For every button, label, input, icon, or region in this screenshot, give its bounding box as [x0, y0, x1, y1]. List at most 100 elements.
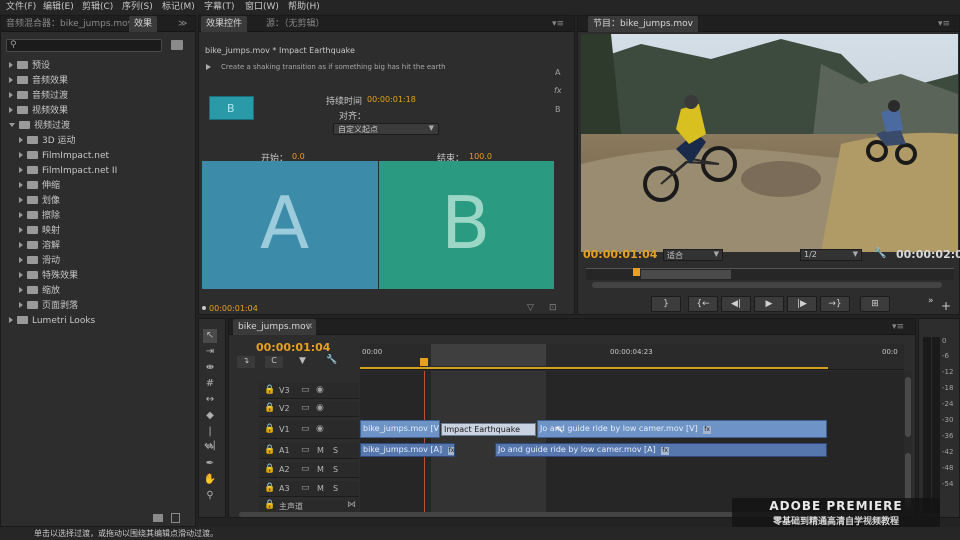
start-value[interactable]: 0.0: [292, 152, 305, 161]
timeline-menu-icon[interactable]: ▾≡: [887, 319, 909, 335]
overflow-icon[interactable]: »: [928, 296, 934, 306]
wrench-icon[interactable]: 🔧: [874, 248, 886, 259]
expand-icon[interactable]: [9, 316, 13, 323]
marker-icon[interactable]: ▼: [299, 356, 306, 366]
expand-icon[interactable]: [9, 76, 13, 83]
film-icon[interactable]: ▭: [301, 403, 310, 413]
go-to-out-button[interactable]: →}: [820, 296, 850, 312]
menu-title[interactable]: 字幕(T): [204, 0, 235, 14]
mute-button[interactable]: M: [317, 465, 324, 474]
expand-icon[interactable]: [19, 151, 23, 158]
expand-icon[interactable]: [19, 136, 23, 143]
clip-v1-jo-and-guide[interactable]: Jo and guide ride by low camer.mov [V] f…: [537, 420, 827, 438]
transition-impact-earthquake[interactable]: Impact Earthquake: [441, 423, 536, 436]
snap-icon[interactable]: C: [265, 356, 283, 368]
lock-icon[interactable]: 🔒: [264, 385, 275, 395]
go-to-in-button[interactable]: {←: [688, 296, 718, 312]
menu-file[interactable]: 文件(F): [6, 0, 36, 14]
program-playhead[interactable]: [633, 268, 640, 276]
clip-v1-bike-jumps[interactable]: bike_jumps.mov [V]: [360, 420, 440, 438]
expand-icon[interactable]: [19, 196, 23, 203]
timeline-vscroll[interactable]: [904, 371, 912, 513]
menu-edit[interactable]: 编辑(E): [43, 0, 74, 14]
collapse-icon[interactable]: [9, 122, 15, 127]
add-button-icon[interactable]: +: [941, 299, 951, 313]
expand-icon[interactable]: [19, 211, 23, 218]
panel-menu-icon[interactable]: ▾≡: [547, 16, 569, 32]
expand-icon[interactable]: [19, 271, 23, 278]
tab-effect-controls[interactable]: 效果控件: [201, 16, 248, 32]
tree-item-iris[interactable]: 划像: [19, 194, 60, 209]
timeline-settings-icon[interactable]: 🔧: [326, 355, 337, 365]
lock-icon[interactable]: 🔒: [264, 424, 275, 434]
zoom-tool-icon[interactable]: ⚲: [203, 489, 217, 503]
work-area-bar[interactable]: [360, 367, 828, 369]
tab-effects[interactable]: 效果: [129, 16, 158, 32]
tree-item-slide[interactable]: 滑动: [19, 254, 60, 269]
timeline-timecode[interactable]: 00:00:01:04: [256, 341, 330, 354]
audio-sync-icon[interactable]: ▭: [301, 483, 310, 493]
fit-select[interactable]: 适合 ▼: [663, 249, 723, 261]
step-forward-button[interactable]: |▶: [787, 296, 817, 312]
tree-item-zoom[interactable]: 缩放: [19, 284, 60, 299]
mark-out-button[interactable]: }: [651, 296, 681, 312]
program-video-frame[interactable]: [581, 34, 958, 252]
end-value[interactable]: 100.0: [469, 152, 492, 161]
lock-icon[interactable]: 🔒: [264, 483, 275, 493]
ripple-edit-tool-icon[interactable]: ⇼: [203, 361, 217, 375]
tree-item-filmimpact[interactable]: FilmImpact.net: [19, 149, 109, 164]
program-current-time[interactable]: 00:00:01:04: [583, 248, 657, 261]
film-icon[interactable]: ▭: [301, 424, 310, 434]
tab-more[interactable]: ≫: [173, 16, 192, 32]
eye-icon[interactable]: ◉: [316, 403, 324, 413]
tree-item-lumetri-looks[interactable]: Lumetri Looks: [9, 314, 95, 329]
expand-icon[interactable]: [19, 226, 23, 233]
program-timeline-bar[interactable]: [586, 268, 954, 280]
tab-audio-mixer[interactable]: 音频混合器：bike_jumps.mov: [1, 16, 138, 32]
step-back-button[interactable]: ◀|: [721, 296, 751, 312]
play-button[interactable]: ▶: [754, 296, 784, 312]
timeline-playhead[interactable]: [420, 358, 428, 366]
filter-icon[interactable]: ▽: [527, 303, 534, 313]
expand-icon[interactable]: [19, 256, 23, 263]
tree-item-dissolve[interactable]: 溶解: [19, 239, 60, 254]
razor-tool-icon[interactable]: ◆: [203, 409, 217, 423]
slip-tool-icon[interactable]: |↔|: [203, 425, 217, 451]
clip-a1-bike-jumps[interactable]: bike_jumps.mov [A] fx: [360, 443, 455, 457]
lock-icon[interactable]: 🔒: [264, 403, 275, 413]
audio-sync-icon[interactable]: ▭: [301, 445, 310, 455]
tree-item-video-effects[interactable]: 视频效果: [9, 104, 68, 119]
search-input[interactable]: ⚲: [6, 39, 162, 52]
tree-item-audio-effects[interactable]: 音频效果: [9, 74, 68, 89]
expand-icon[interactable]: [19, 301, 23, 308]
menu-help[interactable]: 帮助(H): [288, 0, 320, 14]
mute-button[interactable]: M: [317, 484, 324, 493]
tab-source[interactable]: 源：（无剪辑）: [261, 16, 330, 32]
preview-b[interactable]: B: [379, 161, 554, 289]
delete-icon[interactable]: [171, 513, 180, 523]
program-scroll[interactable]: [592, 282, 942, 288]
film-icon[interactable]: ▭: [301, 385, 310, 395]
tree-item-audio-transitions[interactable]: 音频过渡: [9, 89, 68, 104]
tree-item-3d-motion[interactable]: 3D 运动: [19, 134, 76, 149]
tab-program[interactable]: 节目：bike_jumps.mov: [588, 16, 698, 32]
duration-value[interactable]: 00:00:01:18: [367, 95, 416, 104]
tree-item-stretch[interactable]: 伸缩: [19, 179, 60, 194]
expand-icon[interactable]: [9, 91, 13, 98]
tree-item-video-transitions[interactable]: 视频过渡: [9, 119, 70, 134]
close-icon[interactable]: ✕: [301, 319, 319, 335]
nest-icon[interactable]: ↴: [237, 356, 255, 368]
menu-sequence[interactable]: 序列(S): [122, 0, 153, 14]
resolution-select[interactable]: 1/2 ▼: [800, 249, 862, 261]
safe-margins-button[interactable]: ⊞: [860, 296, 890, 312]
solo-button[interactable]: S: [333, 484, 338, 493]
expand-icon[interactable]: [19, 166, 23, 173]
audio-sync-icon[interactable]: ▭: [301, 464, 310, 474]
lock-icon[interactable]: 🔒: [264, 500, 275, 510]
mute-button[interactable]: M: [317, 446, 324, 455]
menu-clip[interactable]: 剪辑(C): [82, 0, 113, 14]
expand-icon[interactable]: [19, 181, 23, 188]
hand-tool-icon[interactable]: ✋: [203, 473, 217, 487]
expand-icon[interactable]: [19, 286, 23, 293]
new-bin-icon[interactable]: [171, 40, 183, 50]
